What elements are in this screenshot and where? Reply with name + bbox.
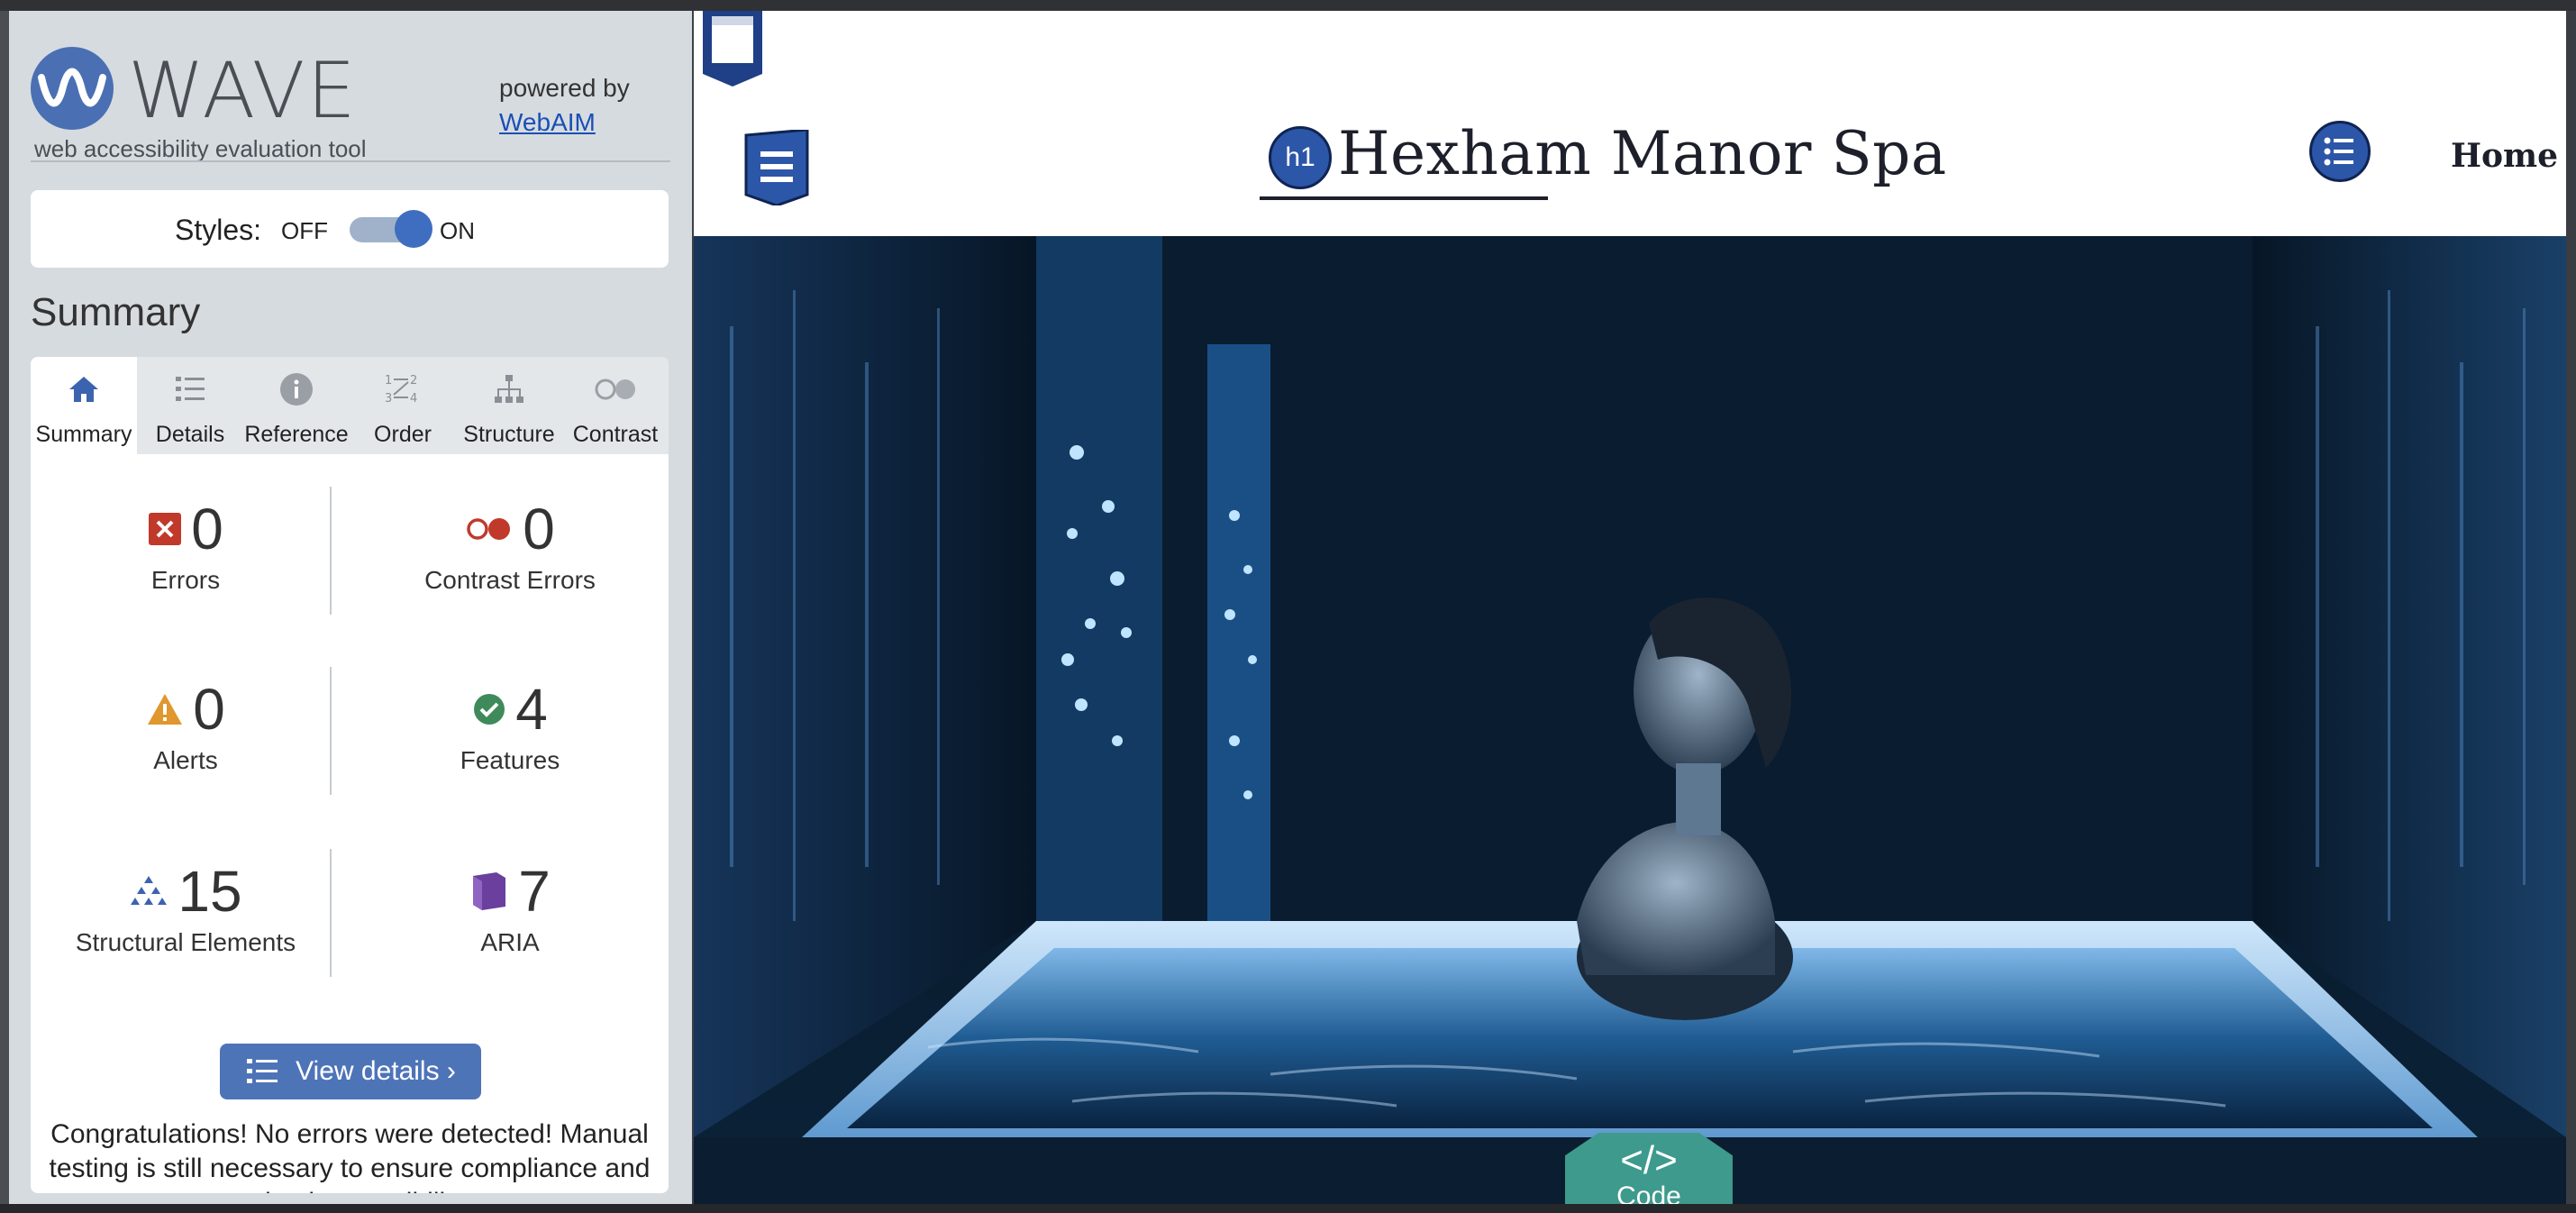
wave-sidebar: WAVE web accessibility evaluation tool p…	[9, 11, 692, 1204]
spa-pool-illustration	[694, 236, 2566, 1204]
svg-text:2: 2	[410, 374, 417, 388]
nav-home-link[interactable]: Home	[2451, 137, 2558, 175]
structure-icon	[131, 876, 168, 905]
alerts-label: Alerts	[153, 746, 218, 774]
tab-structure-label: Structure	[463, 422, 555, 447]
styles-toggle-card: Styles: OFF ON	[31, 190, 669, 268]
structural-count: 15	[177, 859, 242, 924]
aria-label: ARIA	[480, 928, 540, 956]
error-icon	[149, 513, 182, 545]
evaluated-page: h1 Hexham Manor Spa Home </> Code	[694, 11, 2566, 1204]
hero-image	[694, 236, 2566, 1204]
structure-icon	[456, 371, 562, 411]
errors-label: Errors	[150, 566, 221, 594]
tab-summary[interactable]: Summary	[31, 357, 137, 454]
contrast-icon	[562, 371, 669, 411]
summary-heading: Summary	[31, 290, 201, 334]
browser-top-strip	[0, 0, 2576, 11]
contrast-error-icon	[467, 518, 511, 540]
code-icon: </>	[1620, 1138, 1678, 1182]
svg-text:1: 1	[385, 374, 392, 388]
features-count: 4	[515, 677, 548, 742]
alert-icon	[148, 694, 183, 725]
webaim-link[interactable]: WebAIM	[499, 108, 596, 137]
alerts-count: 0	[193, 677, 225, 742]
wave-h1-badge[interactable]: h1	[1269, 126, 1332, 189]
aria-icon	[473, 872, 506, 910]
tab-summary-label: Summary	[35, 422, 132, 447]
features-label: Features	[460, 746, 560, 774]
window-right-edge	[2566, 11, 2576, 1204]
structural-label: Structural Elements	[75, 928, 296, 956]
powered-by-text: powered by	[499, 74, 630, 102]
congratulations-message: Congratulations! No errors were detected…	[49, 1119, 651, 1193]
list-icon	[247, 1059, 278, 1083]
site-title-underline	[1260, 196, 1548, 200]
styles-off-label: OFF	[281, 217, 328, 244]
tab-reference[interactable]: Reference	[243, 357, 350, 454]
tab-order[interactable]: 1 2 3 4 Order	[350, 357, 456, 454]
stat-alerts[interactable]: 0 Alerts	[41, 678, 330, 775]
aria-count: 7	[518, 859, 551, 924]
svg-text:3: 3	[385, 392, 392, 406]
styles-label: Styles:	[175, 214, 262, 246]
summary-panel: Summary Details Reference 1 2 3 4 Order Str…	[31, 357, 669, 1193]
site-header: h1 Hexham Manor Spa Home	[694, 11, 2566, 236]
wave-wordmark: WAVE	[128, 46, 358, 136]
wave-logo-icon	[31, 47, 114, 130]
site-title: Hexham Manor Spa	[1338, 119, 1947, 188]
stats-divider	[330, 667, 332, 795]
styles-toggle-knob[interactable]	[395, 210, 432, 248]
home-icon	[31, 371, 137, 411]
errors-count: 0	[191, 497, 223, 561]
wave-landmark-nav-icon[interactable]	[744, 130, 809, 205]
order-icon: 1 2 3 4	[350, 371, 456, 411]
tab-details[interactable]: Details	[137, 357, 243, 454]
wave-list-badge-icon[interactable]	[2309, 121, 2371, 182]
window-left-edge	[0, 11, 9, 1204]
tab-reference-label: Reference	[244, 422, 349, 447]
contrast-errors-count: 0	[523, 497, 555, 561]
stat-structural[interactable]: 15 Structural Elements	[41, 860, 330, 957]
code-button-label: Code	[1616, 1181, 1681, 1205]
wave-landmark-header-icon[interactable]	[701, 11, 764, 87]
window-bottom-strip	[0, 1204, 2576, 1213]
stat-errors[interactable]: 0 Errors	[41, 497, 330, 595]
view-details-button[interactable]: View details ›	[220, 1044, 481, 1099]
wave-tagline: web accessibility evaluation tool	[34, 135, 367, 162]
summary-stats: 0 Errors 0 Contrast Errors 0 Alerts 4 Fe…	[31, 454, 669, 1031]
info-icon	[243, 371, 350, 411]
stat-aria[interactable]: 7 ARIA	[366, 860, 654, 957]
svg-text:4: 4	[410, 392, 417, 406]
tab-order-label: Order	[374, 422, 432, 447]
wave-brand: WAVE web accessibility evaluation tool p…	[31, 38, 679, 173]
stat-features[interactable]: 4 Features	[366, 678, 654, 775]
stats-divider	[330, 849, 332, 977]
sidebar-divider	[31, 160, 670, 162]
stats-divider	[330, 487, 332, 615]
stat-contrast-errors[interactable]: 0 Contrast Errors	[366, 497, 654, 595]
tab-structure[interactable]: Structure	[456, 357, 562, 454]
tab-contrast-label: Contrast	[572, 422, 659, 447]
tab-contrast[interactable]: Contrast	[562, 357, 669, 454]
tab-details-label: Details	[155, 422, 225, 447]
styles-on-label: ON	[440, 217, 475, 244]
contrast-errors-label: Contrast Errors	[424, 566, 596, 594]
code-view-button[interactable]: </> Code	[1565, 1133, 1733, 1204]
list-icon	[137, 371, 243, 411]
wave-tab-bar: Summary Details Reference 1 2 3 4 Order Str…	[31, 357, 669, 454]
feature-check-icon	[474, 694, 505, 725]
view-details-label: View details ›	[296, 1056, 456, 1086]
